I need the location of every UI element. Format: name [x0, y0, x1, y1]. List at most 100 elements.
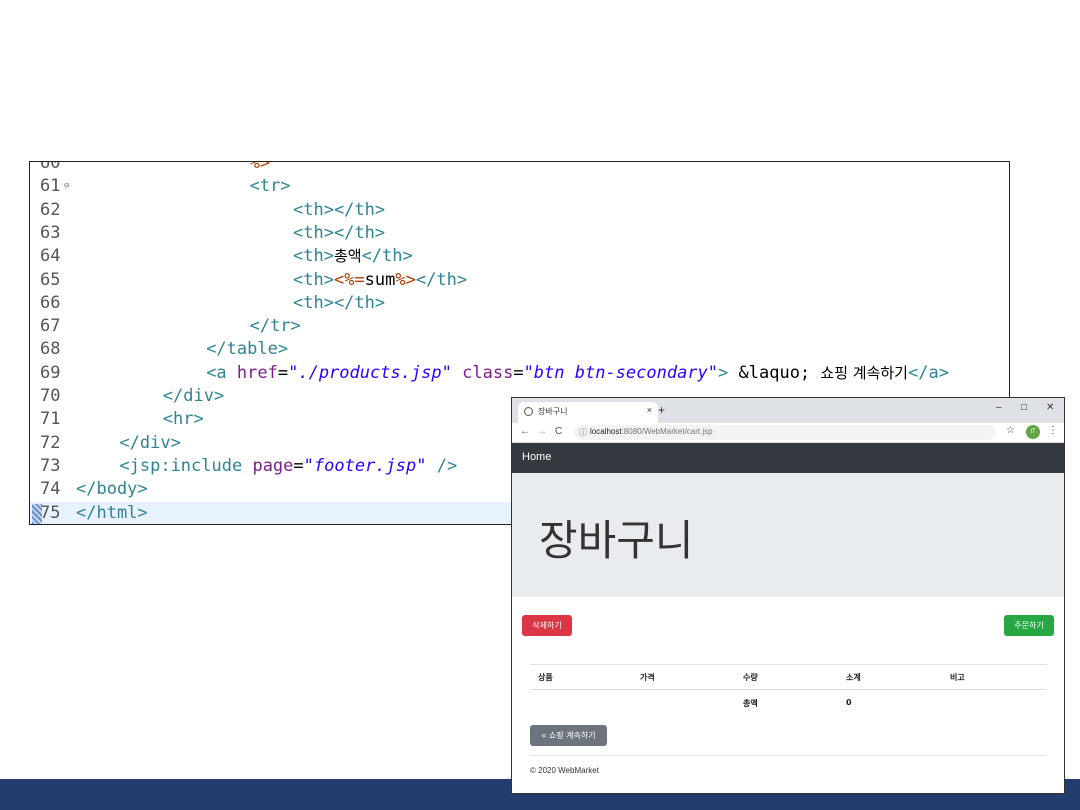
- reload-icon[interactable]: C: [555, 426, 562, 437]
- continue-shopping-button[interactable]: « 쇼핑 계속하기: [530, 725, 607, 746]
- code-line[interactable]: 66 <th></th>: [30, 292, 1009, 315]
- code-token: <th>: [293, 269, 334, 290]
- code-text: <th>총액</th>: [293, 245, 413, 268]
- code-token: <th></th>: [293, 199, 386, 220]
- maximize-icon[interactable]: □: [1021, 402, 1027, 413]
- code-token: &laquo;: [728, 362, 821, 383]
- url-text: localhost:8080/WebMarket/cart.jsp: [590, 427, 713, 436]
- code-token: class: [462, 362, 514, 383]
- code-line[interactable]: 67 </tr>: [30, 315, 1009, 338]
- line-number: 67: [40, 316, 61, 337]
- code-token: <th></th>: [293, 292, 386, 313]
- line-number: 74: [40, 479, 61, 500]
- line-number: 61: [40, 176, 61, 197]
- code-line[interactable]: 60 %>: [30, 161, 1009, 175]
- line-number: 70: [40, 386, 61, 406]
- header-product: 상품: [538, 673, 553, 682]
- code-text: <th></th>: [293, 199, 385, 222]
- line-number: 62: [40, 199, 61, 220]
- code-line[interactable]: 62 <th></th>: [30, 199, 1009, 222]
- code-token: <th>: [293, 246, 334, 267]
- back-icon[interactable]: ←: [520, 426, 530, 437]
- code-token: <hr>: [162, 409, 204, 430]
- code-token: =: [277, 362, 289, 383]
- profile-avatar[interactable]: IT: [1026, 425, 1040, 439]
- total-label: 총액: [743, 699, 758, 708]
- code-token: "./products.jsp": [288, 362, 452, 383]
- tab-title: 장바구니: [538, 407, 568, 416]
- line-number: 60: [40, 161, 61, 173]
- order-button[interactable]: 주문하기: [1004, 615, 1054, 636]
- browser-tab[interactable]: 장바구니 ×: [518, 402, 658, 423]
- code-text: <a href="./products.jsp" class="btn btn-…: [206, 362, 949, 385]
- page-title: 장바구니: [539, 516, 694, 565]
- code-text: <th><%=sum%></th>: [293, 269, 467, 292]
- navbar-home-link[interactable]: Home: [522, 451, 551, 463]
- header-subtotal: 소계: [846, 673, 861, 682]
- tab-close-icon[interactable]: ×: [647, 405, 652, 415]
- code-text: <hr>: [163, 408, 204, 431]
- table-row-border: [530, 689, 1047, 690]
- code-token: href: [236, 362, 278, 383]
- footer-copyright: © 2020 WebMarket: [530, 766, 599, 775]
- browser-window: 장바구니 × + – □ ✕ ← → C ⓘ localhost:8080/We…: [511, 397, 1065, 794]
- code-token: <%=: [333, 269, 365, 290]
- url-host: localhost: [590, 427, 622, 436]
- code-text: %>: [249, 161, 271, 175]
- tab-bar: 장바구니 × + – □ ✕: [512, 398, 1064, 423]
- delete-button[interactable]: 삭제하기: [522, 615, 572, 636]
- code-token: "btn btn-secondary": [523, 362, 719, 383]
- line-number: 71: [40, 409, 61, 430]
- code-text: <tr>: [250, 175, 291, 198]
- globe-icon: [524, 407, 533, 416]
- code-token: 총액: [333, 247, 362, 266]
- line-number: 65: [40, 269, 61, 290]
- code-token: />: [426, 455, 458, 476]
- code-token: </div>: [162, 386, 225, 406]
- line-number: 69: [40, 362, 61, 383]
- close-window-icon[interactable]: ✕: [1046, 402, 1054, 413]
- code-token: </a>: [907, 362, 949, 383]
- header-price: 가격: [640, 673, 655, 682]
- new-tab-icon[interactable]: +: [658, 403, 665, 417]
- code-text: </html>: [76, 502, 148, 525]
- code-token: "footer.jsp": [303, 455, 427, 476]
- code-line[interactable]: 61 ⊖ <tr>: [30, 175, 1009, 198]
- header-quantity: 수량: [743, 673, 758, 682]
- line-number: 75: [40, 502, 61, 523]
- code-token: =: [513, 362, 524, 383]
- code-token: <th></th>: [293, 222, 386, 243]
- address-bar: ← → C ⓘ localhost:8080/WebMarket/cart.js…: [512, 423, 1064, 443]
- line-number: 68: [40, 339, 61, 360]
- total-value: 0: [846, 698, 852, 707]
- bookmark-star-icon[interactable]: ☆: [1006, 425, 1015, 436]
- line-number: 66: [40, 292, 61, 313]
- code-token: %>: [249, 161, 271, 173]
- code-line[interactable]: 69 <a href="./products.jsp" class="btn bt…: [30, 362, 1009, 385]
- code-token: %>: [395, 269, 416, 290]
- line-number: 72: [40, 432, 61, 453]
- code-token: </th>: [415, 269, 468, 290]
- code-token: <tr>: [249, 176, 291, 197]
- menu-kebab-icon[interactable]: ⋮: [1048, 425, 1058, 436]
- info-icon: ⓘ: [579, 428, 587, 437]
- code-token: 쇼핑 계속하기: [820, 363, 908, 382]
- forward-icon[interactable]: →: [537, 426, 547, 437]
- code-token: page: [252, 455, 294, 476]
- code-token: </tr>: [249, 316, 301, 337]
- code-line[interactable]: 63 <th></th>: [30, 222, 1009, 245]
- code-line[interactable]: 64 <th>총액</th>: [30, 245, 1009, 268]
- code-line[interactable]: 68 </table>: [30, 338, 1009, 361]
- code-line[interactable]: 65 <th><%=sum%></th>: [30, 269, 1009, 292]
- minimize-icon[interactable]: –: [996, 402, 1002, 413]
- fold-collapse-icon[interactable]: ⊖: [64, 175, 69, 198]
- code-token: >: [718, 362, 729, 383]
- code-text: <th></th>: [293, 222, 385, 245]
- url-input[interactable]: ⓘ localhost:8080/WebMarket/cart.jsp: [574, 425, 996, 440]
- code-token: </html>: [76, 502, 148, 523]
- code-text: <jsp:include page="footer.jsp" />: [119, 455, 457, 478]
- code-token: </body>: [76, 479, 148, 500]
- url-path: :8080/WebMarket/cart.jsp: [621, 427, 713, 436]
- header-note: 비고: [950, 673, 965, 682]
